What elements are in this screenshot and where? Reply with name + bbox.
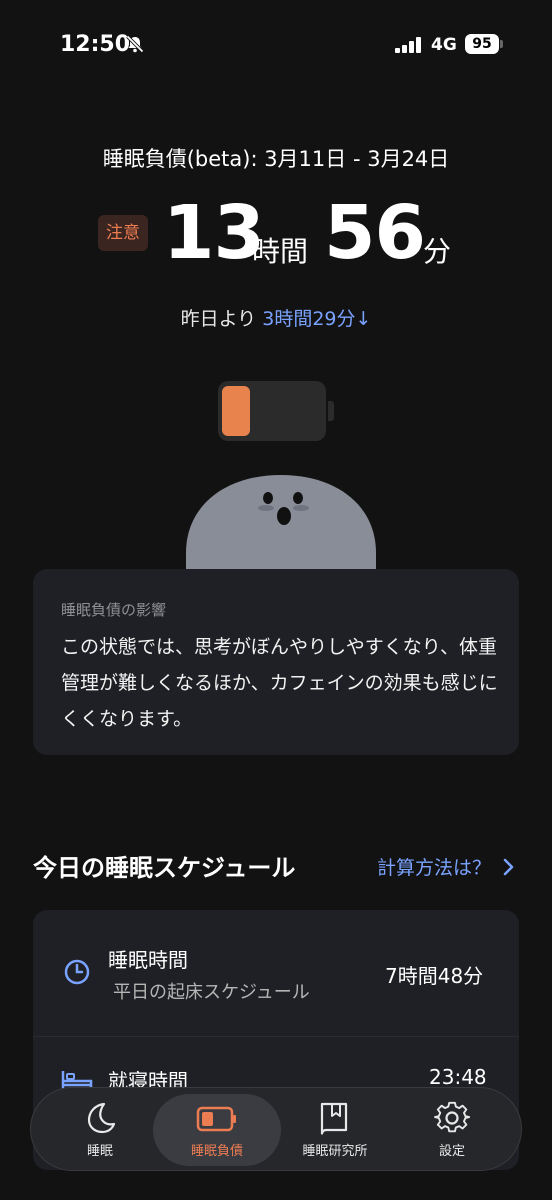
tab-sleep-lab[interactable]: 睡眠研究所 <box>271 1088 399 1170</box>
clock-icon <box>64 959 90 985</box>
battery-cap-big <box>328 401 334 421</box>
calculation-method-label: 計算方法は？ <box>377 857 492 879</box>
tab-sleep-label: 睡眠 <box>86 1144 113 1159</box>
chevron-right-icon <box>503 858 514 876</box>
gear-icon <box>434 1101 470 1133</box>
book-icon <box>320 1102 348 1135</box>
debt-minutes-unit: 分 <box>423 235 452 268</box>
moon-icon <box>87 1102 116 1134</box>
battery-fill <box>222 386 250 436</box>
signal-icon <box>395 37 421 53</box>
tab-sleep-debt[interactable]: 睡眠負債 <box>153 1088 281 1170</box>
sleep-duration-value: 7時間48分 <box>385 964 484 988</box>
status-badge: 注意 <box>98 215 148 251</box>
schedule-row-sleep-duration[interactable]: 睡眠時間 平日の起床スケジュール 7時間48分 <box>33 910 519 1036</box>
tab-sleep-lab-label: 睡眠研究所 <box>302 1144 368 1159</box>
bedtime-value: 23:48 <box>429 1065 487 1089</box>
schedule-title: 今日の睡眠スケジュール <box>33 854 296 882</box>
tab-sleep[interactable]: 睡眠 <box>36 1088 164 1170</box>
debt-minutes: 56 <box>324 190 426 276</box>
debt-hours: 13 <box>163 190 265 276</box>
sleep-duration-subtitle: 平日の起床スケジュール <box>113 982 310 1003</box>
tab-sleep-debt-label: 睡眠負債 <box>190 1144 243 1159</box>
tab-settings-label: 設定 <box>438 1144 465 1159</box>
battery-cap <box>500 40 503 48</box>
battery-level: 95 <box>465 34 499 54</box>
debt-hours-unit: 時間 <box>252 235 309 268</box>
calculation-method-link[interactable]: 計算方法は？ <box>377 853 515 880</box>
debt-battery-illustration <box>218 381 334 441</box>
impact-title: 睡眠負債の影響 <box>61 601 167 619</box>
debt-compare: 昨日より 3時間29分↓ <box>0 304 552 331</box>
status-bar: 12:50 4G 95 <box>0 0 552 90</box>
mascot-illustration <box>186 475 376 575</box>
status-time: 12:50 <box>60 32 131 57</box>
compare-prefix: 昨日より <box>180 308 257 330</box>
bell-muted-icon <box>126 35 144 53</box>
debt-impact-card: 睡眠負債の影響 この状態では、思考がぼんやりしやすくなり、体重管理が難しくなるほ… <box>33 569 519 755</box>
compare-delta: 3時間29分↓ <box>262 308 372 330</box>
bottom-tab-bar: 睡眠 睡眠負債 睡眠研究所 設定 <box>30 1087 522 1171</box>
tab-settings[interactable]: 設定 <box>388 1088 516 1170</box>
sleep-duration-title: 睡眠時間 <box>108 948 188 972</box>
network-label: 4G <box>431 35 457 55</box>
debt-range-label: 睡眠負債(beta): 3月11日 - 3月24日 <box>102 147 450 171</box>
impact-body: この状態では、思考がぼんやりしやすくなり、体重管理が難しくなるほか、カフェインの… <box>61 636 498 730</box>
battery-icon <box>196 1106 236 1132</box>
debt-total: 注意 13 時間 56 分 <box>0 190 552 276</box>
